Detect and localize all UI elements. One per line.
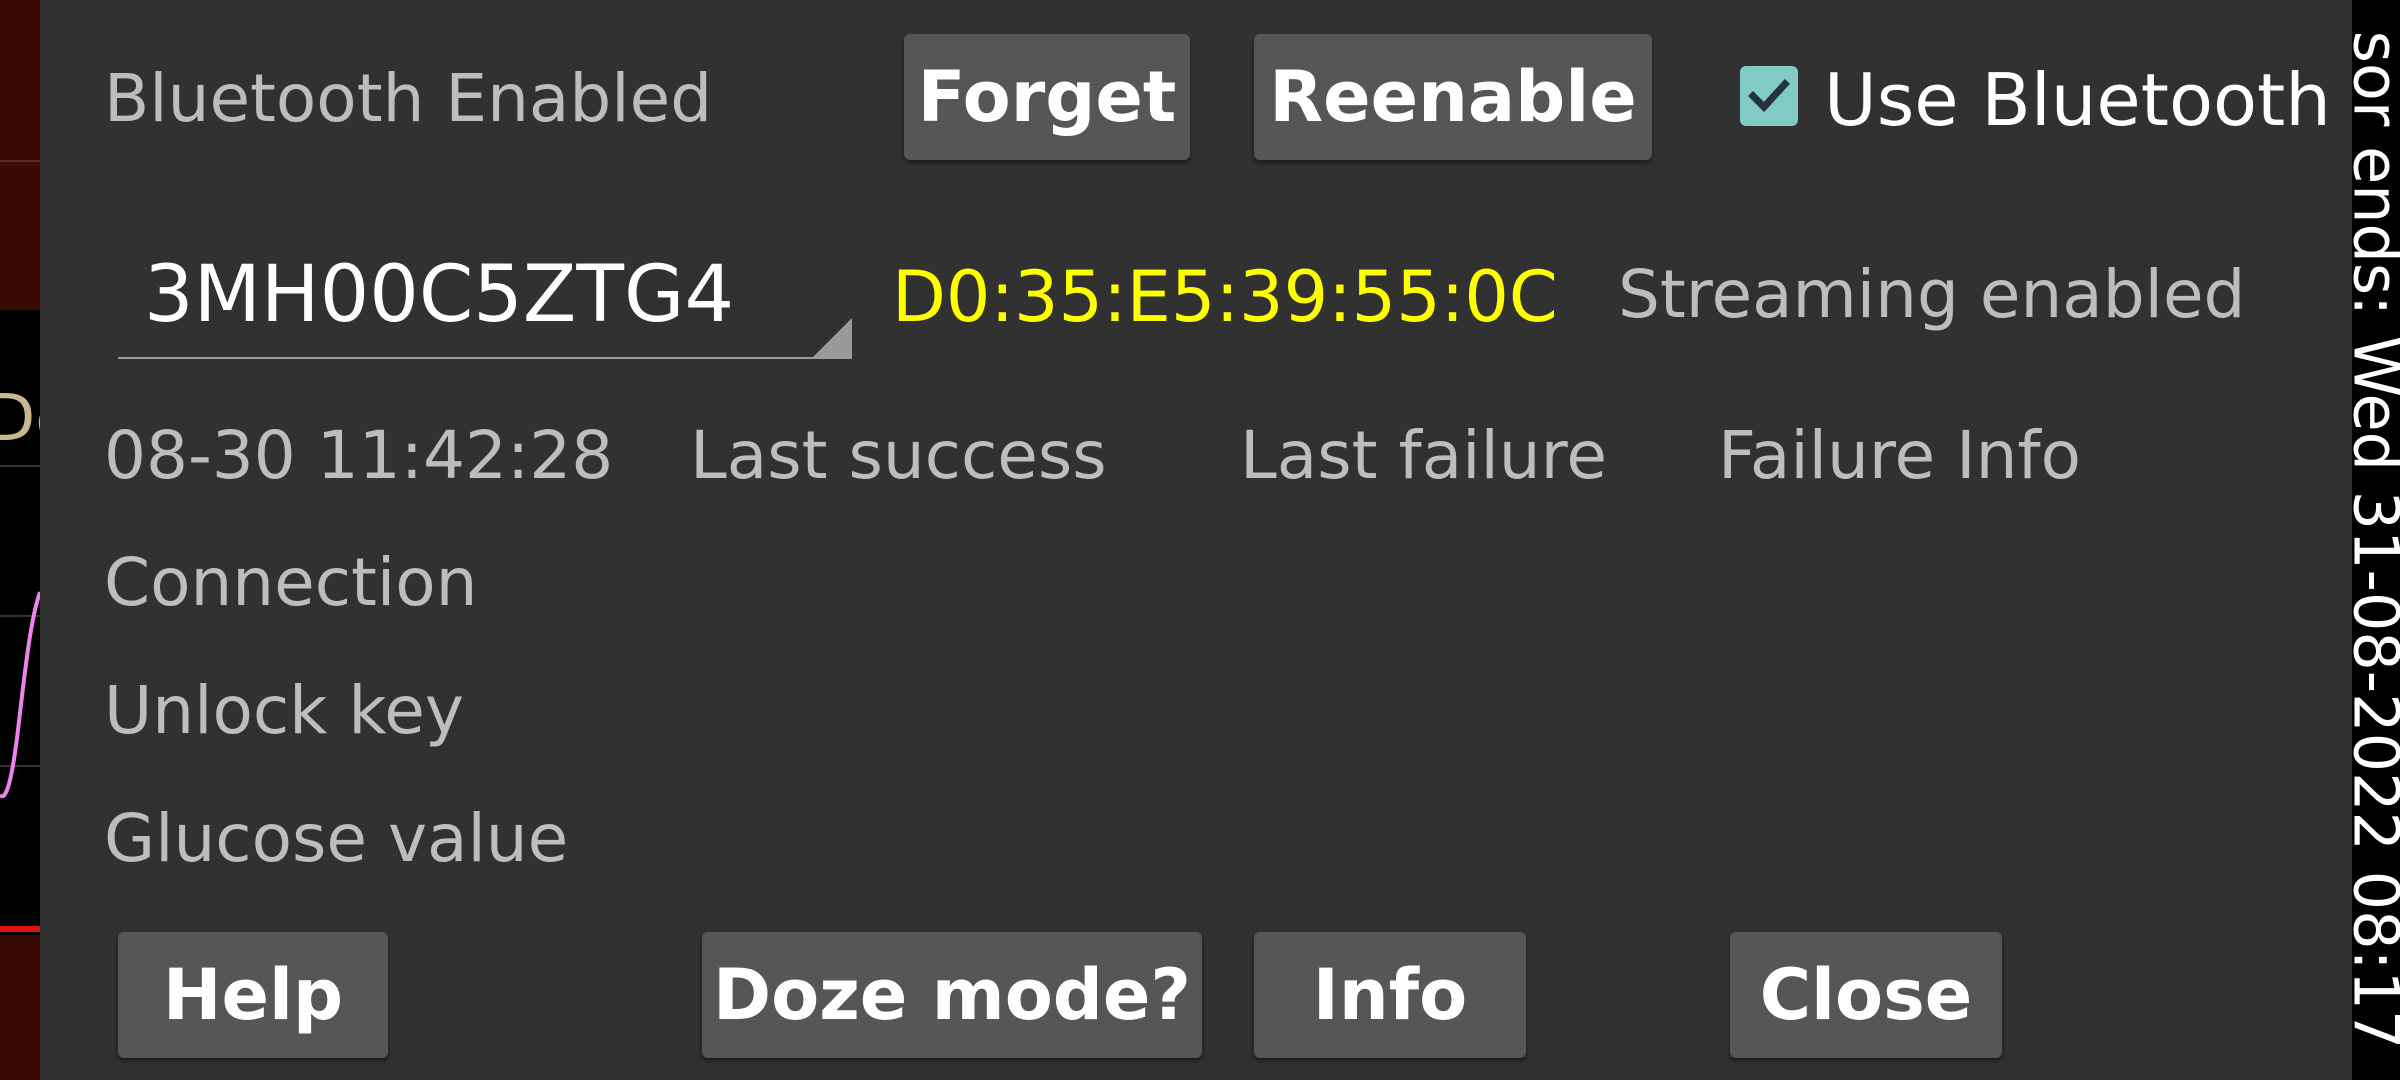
reenable-button[interactable]: Reenable [1254, 34, 1652, 160]
unlock-key-label: Unlock key [104, 672, 464, 749]
last-timestamp: 08-30 11:42:28 [104, 417, 614, 494]
background-red-band-top [0, 0, 40, 310]
use-bluetooth-checkbox[interactable] [1740, 66, 1798, 126]
help-button[interactable]: Help [118, 932, 388, 1058]
failure-info-label: Failure Info [1718, 417, 2082, 494]
spinner-underline [118, 357, 852, 359]
background-glucose-trace [0, 591, 40, 799]
background-grid-line [0, 160, 40, 162]
bluetooth-status-label: Bluetooth Enabled [104, 60, 713, 137]
connection-label: Connection [104, 544, 478, 621]
close-button[interactable]: Close [1730, 932, 2002, 1058]
background-status-strip: sor ends: Wed 31-08-2022 08:17 [2352, 0, 2400, 1080]
background-partial-text: De [0, 382, 40, 456]
checkmark-icon [1748, 79, 1790, 113]
background-red-band-bottom [0, 935, 40, 1080]
info-button[interactable]: Info [1254, 932, 1526, 1058]
glucose-value-label: Glucose value [104, 800, 569, 877]
doze-mode-button[interactable]: Doze mode? [702, 932, 1202, 1058]
dropdown-triangle-icon[interactable] [812, 318, 852, 358]
last-failure-label: Last failure [1240, 417, 1607, 494]
mac-address: D0:35:E5:39:55:0C [892, 256, 1558, 338]
use-bluetooth-label[interactable]: Use Bluetooth [1824, 58, 2331, 142]
streaming-status: Streaming enabled [1618, 256, 2246, 333]
background-app-left: De [0, 0, 40, 1080]
bluetooth-dialog: Bluetooth Enabled Forget Reenable Use Bl… [40, 0, 2352, 1080]
sensor-expiry-text: sor ends: Wed 31-08-2022 08:17 [2352, 30, 2400, 1050]
last-success-label: Last success [690, 417, 1107, 494]
device-serial-value[interactable]: 3MH00C5ZTG4 [144, 250, 734, 340]
forget-button[interactable]: Forget [904, 34, 1190, 160]
background-low-threshold-line [0, 926, 40, 932]
background-grid-line [0, 465, 40, 467]
